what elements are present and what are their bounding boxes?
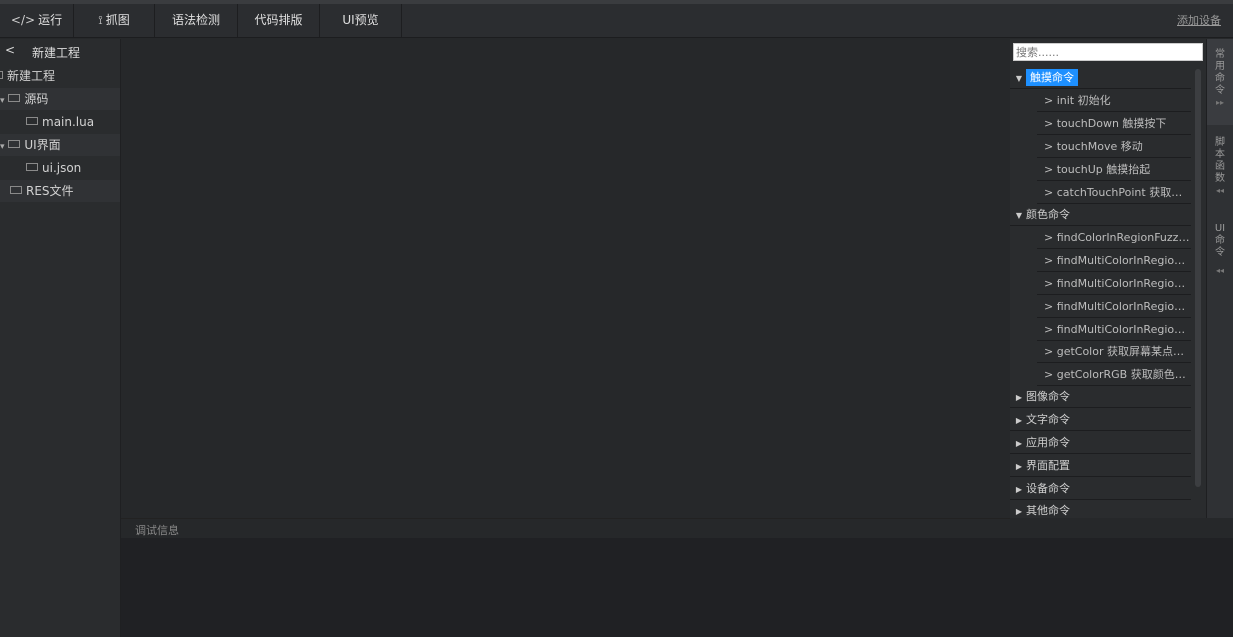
capture-label: 抓图 <box>105 13 130 27</box>
chevron-right-icon: ▶ <box>1015 439 1023 448</box>
command-panel: ▼触摸命令 > init 初始化 > touchDown 触摸按下 > touc… <box>1010 39 1206 518</box>
double-chevron-icon: ▸▸ <box>1215 98 1225 107</box>
tab-char: 常 <box>1215 49 1225 60</box>
crop-icon: ⟟ <box>98 13 103 27</box>
tab-char: 数 <box>1215 173 1225 184</box>
tree-item-label: RES文件 <box>26 184 74 198</box>
command-search-input[interactable] <box>1013 43 1203 61</box>
ui-preview-label: UI预览 <box>342 13 379 27</box>
tree-item-src[interactable]: ▾ 源码 <box>0 88 120 110</box>
tab-char: 本 <box>1215 149 1225 160</box>
tab-script-functions[interactable]: 脚 本 函 数 ◂◂ <box>1207 127 1233 209</box>
command-item[interactable]: > findMultiColorInRegionF... <box>1037 273 1191 295</box>
folder-icon <box>0 71 3 79</box>
toolbar: </> 运行 ⟟ 抓图 语法检测 代码排版 UI预览 添加设备 <box>0 0 1233 38</box>
chevron-down-icon: ▼ <box>1015 211 1023 220</box>
category-text[interactable]: ▶ 文字命令 <box>1010 409 1191 431</box>
command-scrollbar[interactable] <box>1195 69 1201 487</box>
format-code-button[interactable]: 代码排版 <box>238 4 320 37</box>
debug-header: 调试信息 <box>121 518 1010 539</box>
command-item[interactable]: > getColor 获取屏幕某点颜... <box>1037 341 1191 363</box>
run-button[interactable]: </> 运行 <box>0 4 74 37</box>
category-device[interactable]: ▶ 设备命令 <box>1010 478 1191 500</box>
tree-item-main-lua[interactable]: main.lua <box>0 111 120 133</box>
tab-char: 令 <box>1215 85 1225 96</box>
category-other[interactable]: ▶ 其他命令 <box>1010 500 1191 518</box>
code-icon: </> <box>10 13 36 27</box>
format-code-label: 代码排版 <box>254 13 303 27</box>
debug-output[interactable] <box>121 538 1233 637</box>
ui-preview-button[interactable]: UI预览 <box>320 4 402 37</box>
file-icon <box>26 117 38 125</box>
category-ui-config[interactable]: ▶ 界面配置 <box>1010 455 1191 477</box>
category-label: 图像命令 <box>1026 390 1070 403</box>
tab-char: 命 <box>1215 73 1225 84</box>
run-label: 运行 <box>38 13 63 27</box>
command-item[interactable]: > touchDown 触摸按下 <box>1037 113 1191 135</box>
chevron-down-icon: ▾ <box>0 96 5 106</box>
file-icon <box>26 163 38 171</box>
tab-char: 命 <box>1215 235 1225 246</box>
category-image[interactable]: ▶ 图像命令 <box>1010 386 1191 408</box>
tab-char: 函 <box>1215 161 1225 172</box>
category-label: 触摸命令 <box>1026 69 1078 86</box>
syntax-check-label: 语法检测 <box>171 13 220 27</box>
chevron-right-icon: ▶ <box>1015 485 1023 494</box>
category-label: 设备命令 <box>1026 482 1070 495</box>
command-item[interactable]: > findColorInRegionFuzzy ... <box>1037 227 1191 249</box>
tab-char: 脚 <box>1215 137 1225 148</box>
tab-char: 令 <box>1215 247 1225 258</box>
category-label: 文字命令 <box>1026 413 1070 426</box>
command-item[interactable]: > touchUp 触摸抬起 <box>1037 159 1191 181</box>
tree-item-root[interactable]: 新建工程 <box>0 65 120 87</box>
back-icon[interactable]: < <box>5 43 15 57</box>
category-label: 颜色命令 <box>1026 208 1070 221</box>
command-item[interactable]: > findMultiColorInRegionF... <box>1037 250 1191 272</box>
tree-item-res[interactable]: RES文件 <box>0 180 120 202</box>
folder-icon <box>8 94 21 102</box>
chevron-down-icon: ▼ <box>1015 74 1023 83</box>
tree-item-label: ui.json <box>42 161 82 175</box>
command-item[interactable]: > findMultiColorInRegionF... <box>1037 296 1191 318</box>
chevron-right-icon: ▶ <box>1015 507 1023 516</box>
command-item[interactable]: > getColorRGB 获取颜色R... <box>1037 364 1191 386</box>
category-color[interactable]: ▼ 颜色命令 <box>1010 204 1191 226</box>
chevron-down-icon: ▾ <box>0 142 5 152</box>
tab-char: 用 <box>1215 61 1225 72</box>
tab-ui-commands[interactable]: UI 命 令 ◂◂ <box>1207 211 1233 291</box>
category-app[interactable]: ▶ 应用命令 <box>1010 432 1191 454</box>
chevron-right-icon: ▶ <box>1015 462 1023 471</box>
project-panel: < 新建工程 新建工程 ▾ 源码 main.lua ▾ UI界面 ui.json… <box>0 39 121 637</box>
syntax-check-button[interactable]: 语法检测 <box>155 4 238 37</box>
tree-item-ui-json[interactable]: ui.json <box>0 157 120 179</box>
command-item[interactable]: > init 初始化 <box>1037 90 1191 112</box>
tree-item-label: 新建工程 <box>7 69 56 83</box>
debug-title: 调试信息 <box>135 524 179 537</box>
add-device-link[interactable]: 添加设备 <box>1177 4 1221 37</box>
chevron-right-icon: ▶ <box>1015 393 1023 402</box>
tab-char: UI <box>1214 223 1226 234</box>
tree-item-ui-folder[interactable]: ▾ UI界面 <box>0 134 120 156</box>
command-item[interactable]: > touchMove 移动 <box>1037 136 1191 158</box>
tree-item-label: 源码 <box>24 92 49 106</box>
chevron-right-icon: ▶ <box>1015 416 1023 425</box>
category-label: 其他命令 <box>1026 504 1070 517</box>
tab-common-commands[interactable]: 常 用 命 令 ▸▸ <box>1207 39 1233 125</box>
tree-item-label: main.lua <box>42 115 95 129</box>
folder-icon <box>10 186 22 194</box>
tree-item-label: UI界面 <box>24 138 61 152</box>
command-item[interactable]: > catchTouchPoint 获取用... <box>1037 182 1191 204</box>
category-label: 界面配置 <box>1026 459 1070 472</box>
folder-icon <box>8 140 21 148</box>
code-editor[interactable] <box>121 39 1010 518</box>
double-chevron-icon: ◂◂ <box>1215 266 1225 275</box>
project-title: 新建工程 <box>32 46 81 60</box>
capture-button[interactable]: ⟟ 抓图 <box>74 4 155 37</box>
double-chevron-icon: ◂◂ <box>1215 186 1225 195</box>
category-label: 应用命令 <box>1026 436 1070 449</box>
side-tabs: 常 用 命 令 ▸▸ 脚 本 函 数 ◂◂ UI 命 令 ◂◂ <box>1206 39 1233 518</box>
command-item[interactable]: > findMultiColorInRegionF... <box>1037 319 1191 341</box>
category-touch[interactable]: ▼ 触摸命令 <box>1010 67 1191 89</box>
